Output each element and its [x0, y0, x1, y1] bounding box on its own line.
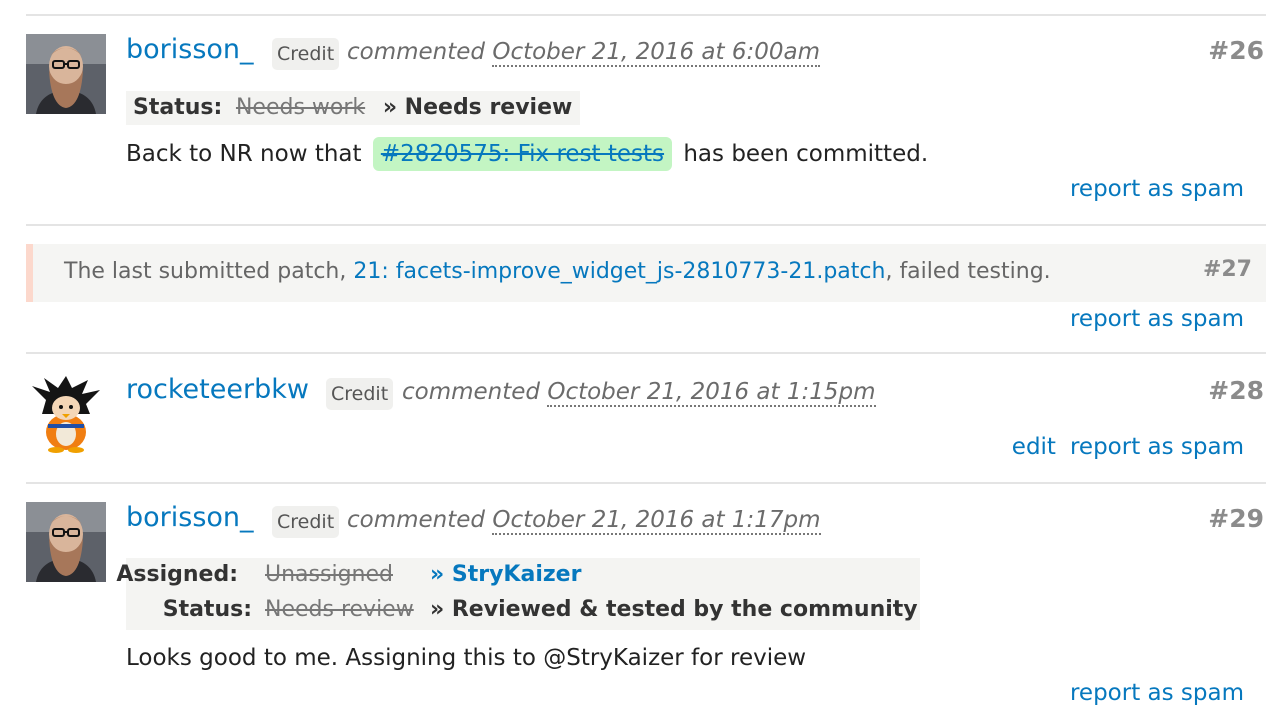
report-spam-link[interactable]: report as spam [1070, 306, 1244, 332]
status-label: Status: [133, 95, 223, 120]
system-suffix: , failed testing. [885, 259, 1051, 284]
status-change: Status: Needs work » Needs review [126, 91, 581, 125]
comment-meta: commented October 21, 2016 at 1:17pm [347, 507, 821, 535]
comment-number[interactable]: #29 [1208, 504, 1264, 533]
report-spam-link[interactable]: report as spam [1070, 434, 1244, 460]
comment-meta: commented October 21, 2016 at 6:00am [347, 39, 821, 67]
comment-number[interactable]: #28 [1208, 376, 1264, 405]
username-link[interactable]: rocketeerbkw [126, 374, 309, 405]
status-old: Needs review [265, 597, 414, 622]
divider [26, 14, 1266, 16]
credit-button[interactable]: Credit [272, 506, 340, 538]
issue-changes: Assigned: Unassigned » StryKaizer Status… [116, 558, 920, 630]
divider [26, 482, 1266, 484]
avatar-rocketeerbkw[interactable] [26, 374, 106, 454]
comment-meta: commented October 21, 2016 at 1:15pm [402, 379, 876, 407]
commented-label: commented [347, 39, 486, 65]
username-link[interactable]: borisson_ [126, 502, 254, 533]
report-spam-link[interactable]: report as spam [1070, 680, 1244, 706]
divider [26, 224, 1266, 226]
issue-link[interactable]: #2820575: Fix rest tests [372, 137, 673, 171]
body-suffix: has been committed. [683, 141, 929, 167]
divider [26, 352, 1266, 354]
status-new: » Needs review [382, 95, 573, 120]
comment-date[interactable]: October 21, 2016 at 1:17pm [492, 507, 821, 535]
report-spam-link[interactable]: report as spam [1070, 176, 1244, 202]
commented-label: commented [347, 507, 486, 533]
assigned-label: Assigned: [116, 562, 238, 587]
patch-link[interactable]: 21: facets-improve_widget_js-2810773-21.… [353, 259, 885, 284]
commented-label: commented [402, 379, 541, 405]
credit-button[interactable]: Credit [272, 38, 340, 70]
comment-body: Back to NR now that #2820575: Fix rest t… [126, 137, 929, 171]
system-text: The last submitted patch, 21: facets-imp… [64, 259, 1051, 284]
avatar-borisson[interactable] [26, 502, 106, 582]
assigned-old: Unassigned [265, 562, 393, 587]
comment-links: edit report as spam [1012, 434, 1244, 460]
username-link[interactable]: borisson_ [126, 34, 254, 65]
comment-number[interactable]: #27 [1203, 257, 1252, 282]
comment-date[interactable]: October 21, 2016 at 1:15pm [547, 379, 876, 407]
credit-button[interactable]: Credit [326, 378, 394, 410]
avatar-borisson[interactable] [26, 34, 106, 114]
status-label: Status: [162, 597, 252, 622]
comment-number[interactable]: #26 [1208, 36, 1264, 65]
status-new: » Reviewed & tested by the community [430, 597, 918, 622]
comment-date[interactable]: October 21, 2016 at 6:00am [492, 39, 821, 67]
status-old: Needs work [235, 95, 366, 120]
assigned-new-link[interactable]: » StryKaizer [430, 562, 581, 587]
system-prefix: The last submitted patch, [64, 259, 347, 284]
edit-link[interactable]: edit [1012, 434, 1056, 460]
comment-body: Looks good to me. Assigning this to @Str… [126, 645, 807, 671]
body-prefix: Back to NR now that [126, 141, 362, 167]
